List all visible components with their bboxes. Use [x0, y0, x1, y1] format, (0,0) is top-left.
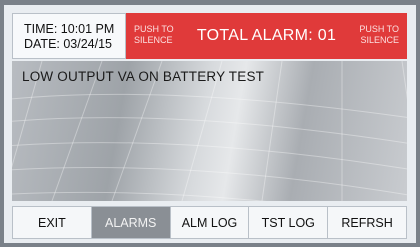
time-readout: TIME: 10:01 PM: [24, 22, 115, 36]
alarm-banner: PUSH TO SILENCE TOTAL ALARM: 01 PUSH TO …: [126, 13, 407, 59]
device-bezel: TIME: 10:01 PM DATE: 03/24/15 PUSH TO SI…: [0, 0, 420, 247]
clock-box: TIME: 10:01 PM DATE: 03/24/15: [12, 13, 126, 59]
alarm-display-area: LOW OUTPUT VA ON BATTERY TEST: [12, 61, 407, 201]
silence-right-line2: SILENCE: [360, 35, 399, 45]
header-bar: TIME: 10:01 PM DATE: 03/24/15 PUSH TO SI…: [12, 13, 407, 59]
silence-button-right[interactable]: PUSH TO SILENCE: [359, 24, 399, 46]
softkey-bar: EXIT ALARMS ALM LOG TST LOG REFRSH: [12, 206, 407, 239]
refresh-button[interactable]: REFRSH: [328, 206, 407, 239]
date-readout: DATE: 03/24/15: [24, 37, 113, 51]
alarm-message: LOW OUTPUT VA ON BATTERY TEST: [22, 69, 265, 84]
silence-right-line1: PUSH TO: [359, 24, 399, 34]
test-log-button[interactable]: TST LOG: [249, 206, 329, 239]
alarms-button[interactable]: ALARMS: [91, 206, 171, 239]
exit-button[interactable]: EXIT: [12, 206, 92, 239]
alarm-log-button[interactable]: ALM LOG: [170, 206, 250, 239]
